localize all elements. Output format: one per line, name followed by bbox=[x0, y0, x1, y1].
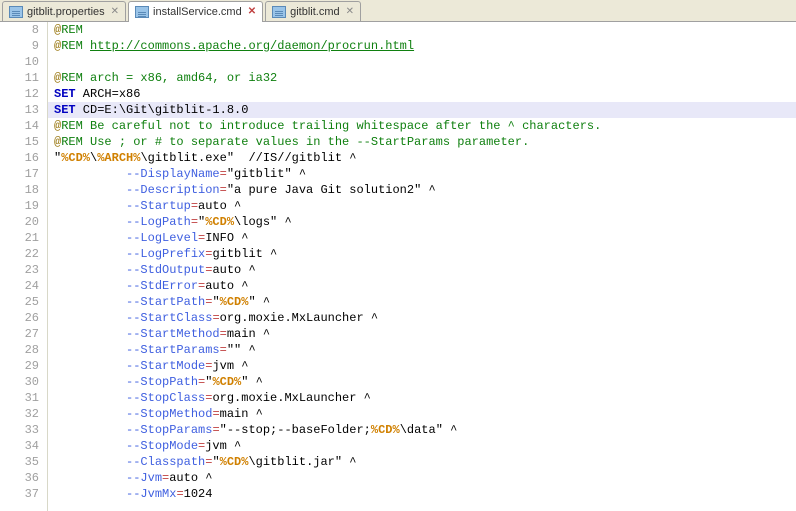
code-line: --StopMethod=main ^ bbox=[48, 406, 796, 422]
code-line: --StopPath="%CD%" ^ bbox=[48, 374, 796, 390]
code-line: --StdError=auto ^ bbox=[48, 278, 796, 294]
tab-label: gitblit.properties bbox=[27, 6, 105, 18]
tab-gitblit-properties[interactable]: gitblit.properties ✕ bbox=[2, 1, 126, 21]
code-line: --Description="a pure Java Git solution2… bbox=[48, 182, 796, 198]
code-line: --StartParams="" ^ bbox=[48, 342, 796, 358]
code-line: --StdOutput=auto ^ bbox=[48, 262, 796, 278]
file-icon bbox=[9, 6, 23, 18]
close-icon[interactable]: ✕ bbox=[346, 7, 354, 17]
code-line: --LogPath="%CD%\logs" ^ bbox=[48, 214, 796, 230]
editor: 8910111213141516171819202122232425262728… bbox=[0, 22, 796, 511]
file-icon bbox=[135, 6, 149, 18]
tab-label: installService.cmd bbox=[153, 6, 242, 18]
code-line: --StartClass=org.moxie.MxLauncher ^ bbox=[48, 310, 796, 326]
code-line: --StopClass=org.moxie.MxLauncher ^ bbox=[48, 390, 796, 406]
code-line: --StopParams="--stop;--baseFolder;%CD%\d… bbox=[48, 422, 796, 438]
close-icon[interactable]: ✕ bbox=[111, 7, 119, 17]
code-area[interactable]: @REM@REM http://commons.apache.org/daemo… bbox=[48, 22, 796, 511]
code-line bbox=[48, 54, 796, 70]
code-line: --StopMode=jvm ^ bbox=[48, 438, 796, 454]
file-icon bbox=[272, 6, 286, 18]
code-line: --StartMode=jvm ^ bbox=[48, 358, 796, 374]
tab-install-service[interactable]: installService.cmd ✕ bbox=[128, 1, 263, 22]
code-line: --Classpath="%CD%\gitblit.jar" ^ bbox=[48, 454, 796, 470]
code-line: --Jvm=auto ^ bbox=[48, 470, 796, 486]
code-line: @REM http://commons.apache.org/daemon/pr… bbox=[48, 38, 796, 54]
code-line: @REM Use ; or # to separate values in th… bbox=[48, 134, 796, 150]
code-line: --Startup=auto ^ bbox=[48, 198, 796, 214]
code-line: --DisplayName="gitblit" ^ bbox=[48, 166, 796, 182]
code-line: --JvmMx=1024 bbox=[48, 486, 796, 502]
code-line: @REM arch = x86, amd64, or ia32 bbox=[48, 70, 796, 86]
tab-gitblit-cmd[interactable]: gitblit.cmd ✕ bbox=[265, 1, 361, 21]
code-line: --StartMethod=main ^ bbox=[48, 326, 796, 342]
code-line: @REM Be careful not to introduce trailin… bbox=[48, 118, 796, 134]
tab-bar: gitblit.properties ✕ installService.cmd … bbox=[0, 0, 796, 22]
line-number-gutter: 8910111213141516171819202122232425262728… bbox=[0, 22, 48, 511]
tab-label: gitblit.cmd bbox=[290, 6, 340, 18]
close-icon[interactable]: ✕ bbox=[248, 7, 256, 17]
code-line: SET CD=E:\Git\gitblit-1.8.0 bbox=[48, 102, 796, 118]
code-line: --LogLevel=INFO ^ bbox=[48, 230, 796, 246]
code-line: "%CD%\%ARCH%\gitblit.exe" //IS//gitblit … bbox=[48, 150, 796, 166]
code-line: @REM bbox=[48, 22, 796, 38]
code-line: --StartPath="%CD%" ^ bbox=[48, 294, 796, 310]
code-line: SET ARCH=x86 bbox=[48, 86, 796, 102]
code-line: --LogPrefix=gitblit ^ bbox=[48, 246, 796, 262]
